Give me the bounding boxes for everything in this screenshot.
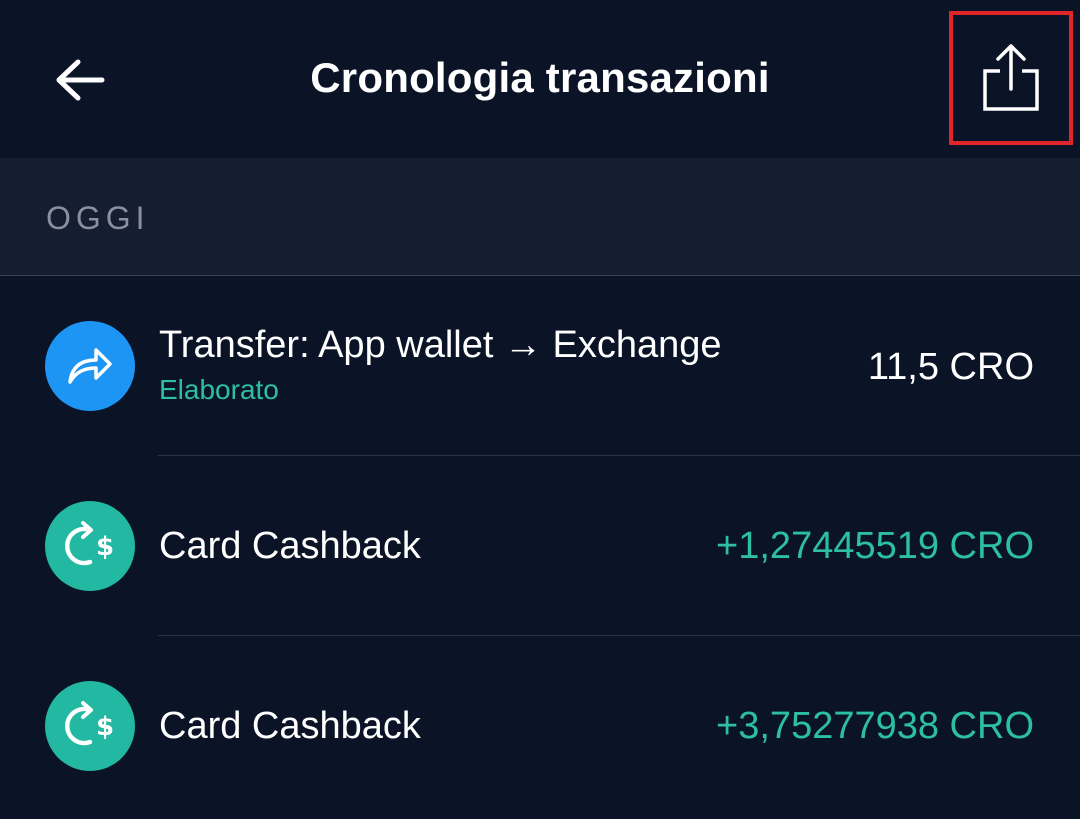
transfer-arrow-icon [45, 321, 135, 411]
transaction-title: Card Cashback [159, 525, 421, 567]
cashback-icon: $ [45, 501, 135, 591]
transaction-amount: +1,27445519 CRO [716, 525, 1034, 567]
transaction-row[interactable]: $ Card Cashback +3,75277938 CRO [0, 636, 1080, 816]
share-export-icon [983, 44, 1039, 111]
section-label: OGGI [46, 200, 150, 236]
section-header-today: OGGI [0, 158, 1080, 276]
transaction-row[interactable]: Transfer: App wallet → Exchange Elaborat… [0, 276, 1080, 456]
cashback-icon: $ [45, 681, 135, 771]
transaction-status: Elaborato [159, 374, 279, 405]
transaction-row[interactable]: $ Card Cashback +1,27445519 CRO [0, 456, 1080, 636]
svg-text:$: $ [96, 712, 114, 742]
top-app-bar: Cronologia transazioni [0, 0, 1080, 158]
transaction-title: Transfer: App wallet → Exchange [159, 324, 722, 366]
export-button[interactable] [949, 11, 1073, 145]
transaction-amount: 11,5 CRO [867, 346, 1034, 388]
transaction-title: Card Cashback [159, 705, 421, 747]
transaction-amount: +3,75277938 CRO [716, 705, 1034, 747]
page-title: Cronologia transazioni [310, 54, 770, 101]
svg-text:$: $ [96, 532, 114, 562]
